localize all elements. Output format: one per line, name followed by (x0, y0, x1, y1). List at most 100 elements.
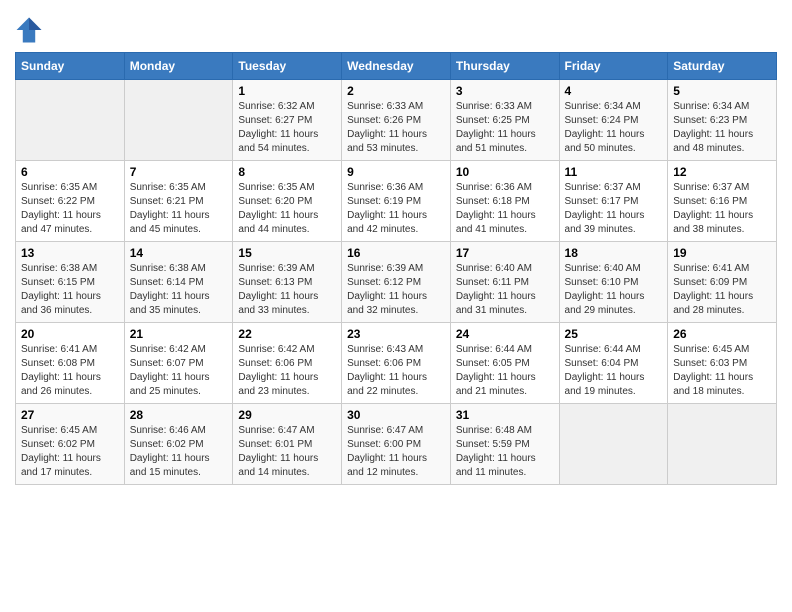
day-number: 29 (238, 408, 336, 422)
day-number: 1 (238, 84, 336, 98)
calendar-cell: 15 Sunrise: 6:39 AMSunset: 6:13 PMDayligh… (233, 242, 342, 323)
day-header-saturday: Saturday (668, 53, 777, 80)
calendar-cell: 23 Sunrise: 6:43 AMSunset: 6:06 PMDayligh… (342, 323, 451, 404)
calendar-cell: 29 Sunrise: 6:47 AMSunset: 6:01 PMDayligh… (233, 404, 342, 485)
day-info: Sunrise: 6:39 AMSunset: 6:13 PMDaylight:… (238, 262, 336, 318)
day-header-sunday: Sunday (16, 53, 125, 80)
calendar-cell: 19Sunrise: 6:41 AMSunset: 6:09 PMDayligh… (668, 242, 777, 323)
calendar-cell: 25 Sunrise: 6:44 AMSunset: 6:04 PMDayligh… (559, 323, 668, 404)
day-info: Sunrise: 6:32 AMSunset: 6:27 PMDaylight:… (238, 100, 336, 156)
day-number: 26 (673, 327, 771, 341)
day-header-friday: Friday (559, 53, 668, 80)
calendar-cell: 10 Sunrise: 6:36 AMSunset: 6:18 PMDayligh… (450, 161, 559, 242)
calendar-cell: 12 Sunrise: 6:37 AMSunset: 6:16 PMDayligh… (668, 161, 777, 242)
day-number: 24 (456, 327, 554, 341)
calendar-cell: 17 Sunrise: 6:40 AMSunset: 6:11 PMDayligh… (450, 242, 559, 323)
day-info: Sunrise: 6:38 AMSunset: 6:14 PMDaylight:… (130, 262, 228, 318)
calendar-cell: 13Sunrise: 6:38 AMSunset: 6:15 PMDayligh… (16, 242, 125, 323)
day-number: 20 (21, 327, 119, 341)
calendar-cell: 2 Sunrise: 6:33 AMSunset: 6:26 PMDaylight… (342, 80, 451, 161)
header (15, 10, 777, 44)
day-number: 5 (673, 84, 771, 98)
day-number: 30 (347, 408, 445, 422)
day-number: 22 (238, 327, 336, 341)
day-number: 17 (456, 246, 554, 260)
calendar-body: 1 Sunrise: 6:32 AMSunset: 6:27 PMDaylight… (16, 80, 777, 485)
day-number: 15 (238, 246, 336, 260)
calendar-cell: 4Sunrise: 6:34 AMSunset: 6:24 PMDaylight… (559, 80, 668, 161)
calendar-header: SundayMondayTuesdayWednesdayThursdayFrid… (16, 53, 777, 80)
day-info: Sunrise: 6:35 AMSunset: 6:20 PMDaylight:… (238, 181, 336, 237)
calendar-cell: 20 Sunrise: 6:41 AMSunset: 6:08 PMDayligh… (16, 323, 125, 404)
day-header-tuesday: Tuesday (233, 53, 342, 80)
day-number: 7 (130, 165, 228, 179)
day-header-monday: Monday (124, 53, 233, 80)
day-number: 12 (673, 165, 771, 179)
day-number: 6 (21, 165, 119, 179)
day-info: Sunrise: 6:37 AMSunset: 6:17 PMDaylight:… (565, 181, 663, 237)
calendar-week-2: 6 Sunrise: 6:35 AMSunset: 6:22 PMDaylight… (16, 161, 777, 242)
day-info: Sunrise: 6:45 AMSunset: 6:03 PMDaylight:… (673, 343, 771, 399)
day-number: 11 (565, 165, 663, 179)
day-info: Sunrise: 6:45 AMSunset: 6:02 PMDaylight:… (21, 424, 119, 480)
day-info: Sunrise: 6:46 AMSunset: 6:02 PMDaylight:… (130, 424, 228, 480)
calendar-week-3: 13Sunrise: 6:38 AMSunset: 6:15 PMDayligh… (16, 242, 777, 323)
day-info: Sunrise: 6:42 AMSunset: 6:07 PMDaylight:… (130, 343, 228, 399)
day-info: Sunrise: 6:37 AMSunset: 6:16 PMDaylight:… (673, 181, 771, 237)
day-number: 21 (130, 327, 228, 341)
day-number: 31 (456, 408, 554, 422)
day-info: Sunrise: 6:33 AMSunset: 6:25 PMDaylight:… (456, 100, 554, 156)
calendar-cell: 8 Sunrise: 6:35 AMSunset: 6:20 PMDaylight… (233, 161, 342, 242)
day-header-thursday: Thursday (450, 53, 559, 80)
day-info: Sunrise: 6:48 AMSunset: 5:59 PMDaylight:… (456, 424, 554, 480)
day-info: Sunrise: 6:36 AMSunset: 6:19 PMDaylight:… (347, 181, 445, 237)
logo-area (15, 10, 47, 44)
calendar-cell: 11 Sunrise: 6:37 AMSunset: 6:17 PMDayligh… (559, 161, 668, 242)
calendar-week-5: 27 Sunrise: 6:45 AMSunset: 6:02 PMDayligh… (16, 404, 777, 485)
day-info: Sunrise: 6:39 AMSunset: 6:12 PMDaylight:… (347, 262, 445, 318)
day-info: Sunrise: 6:42 AMSunset: 6:06 PMDaylight:… (238, 343, 336, 399)
calendar-cell: 30 Sunrise: 6:47 AMSunset: 6:00 PMDayligh… (342, 404, 451, 485)
calendar-cell: 3 Sunrise: 6:33 AMSunset: 6:25 PMDaylight… (450, 80, 559, 161)
day-number: 16 (347, 246, 445, 260)
calendar-cell: 21 Sunrise: 6:42 AMSunset: 6:07 PMDayligh… (124, 323, 233, 404)
day-number: 25 (565, 327, 663, 341)
calendar-cell: 1 Sunrise: 6:32 AMSunset: 6:27 PMDaylight… (233, 80, 342, 161)
day-number: 18 (565, 246, 663, 260)
day-info: Sunrise: 6:35 AMSunset: 6:22 PMDaylight:… (21, 181, 119, 237)
day-number: 23 (347, 327, 445, 341)
calendar-cell: 14Sunrise: 6:38 AMSunset: 6:14 PMDayligh… (124, 242, 233, 323)
day-info: Sunrise: 6:47 AMSunset: 6:01 PMDaylight:… (238, 424, 336, 480)
calendar-cell: 16 Sunrise: 6:39 AMSunset: 6:12 PMDayligh… (342, 242, 451, 323)
day-info: Sunrise: 6:43 AMSunset: 6:06 PMDaylight:… (347, 343, 445, 399)
day-number: 2 (347, 84, 445, 98)
day-number: 27 (21, 408, 119, 422)
day-info: Sunrise: 6:47 AMSunset: 6:00 PMDaylight:… (347, 424, 445, 480)
day-number: 10 (456, 165, 554, 179)
calendar-cell: 27 Sunrise: 6:45 AMSunset: 6:02 PMDayligh… (16, 404, 125, 485)
day-info: Sunrise: 6:44 AMSunset: 6:04 PMDaylight:… (565, 343, 663, 399)
calendar-cell: 22 Sunrise: 6:42 AMSunset: 6:06 PMDayligh… (233, 323, 342, 404)
calendar-cell: 26 Sunrise: 6:45 AMSunset: 6:03 PMDayligh… (668, 323, 777, 404)
day-number: 28 (130, 408, 228, 422)
day-info: Sunrise: 6:36 AMSunset: 6:18 PMDaylight:… (456, 181, 554, 237)
day-info: Sunrise: 6:33 AMSunset: 6:26 PMDaylight:… (347, 100, 445, 156)
calendar-table: SundayMondayTuesdayWednesdayThursdayFrid… (15, 52, 777, 485)
day-info: Sunrise: 6:34 AMSunset: 6:23 PMDaylight:… (673, 100, 771, 156)
calendar-cell: 18Sunrise: 6:40 AMSunset: 6:10 PMDayligh… (559, 242, 668, 323)
day-number: 3 (456, 84, 554, 98)
calendar-week-4: 20 Sunrise: 6:41 AMSunset: 6:08 PMDayligh… (16, 323, 777, 404)
day-info: Sunrise: 6:41 AMSunset: 6:08 PMDaylight:… (21, 343, 119, 399)
calendar-cell (124, 80, 233, 161)
day-header-wednesday: Wednesday (342, 53, 451, 80)
day-number: 8 (238, 165, 336, 179)
day-info: Sunrise: 6:40 AMSunset: 6:11 PMDaylight:… (456, 262, 554, 318)
day-number: 4 (565, 84, 663, 98)
calendar-cell (668, 404, 777, 485)
calendar-cell: 24Sunrise: 6:44 AMSunset: 6:05 PMDayligh… (450, 323, 559, 404)
day-number: 19 (673, 246, 771, 260)
calendar-cell: 31 Sunrise: 6:48 AMSunset: 5:59 PMDayligh… (450, 404, 559, 485)
logo-icon (15, 16, 43, 44)
day-info: Sunrise: 6:35 AMSunset: 6:21 PMDaylight:… (130, 181, 228, 237)
calendar-cell (559, 404, 668, 485)
